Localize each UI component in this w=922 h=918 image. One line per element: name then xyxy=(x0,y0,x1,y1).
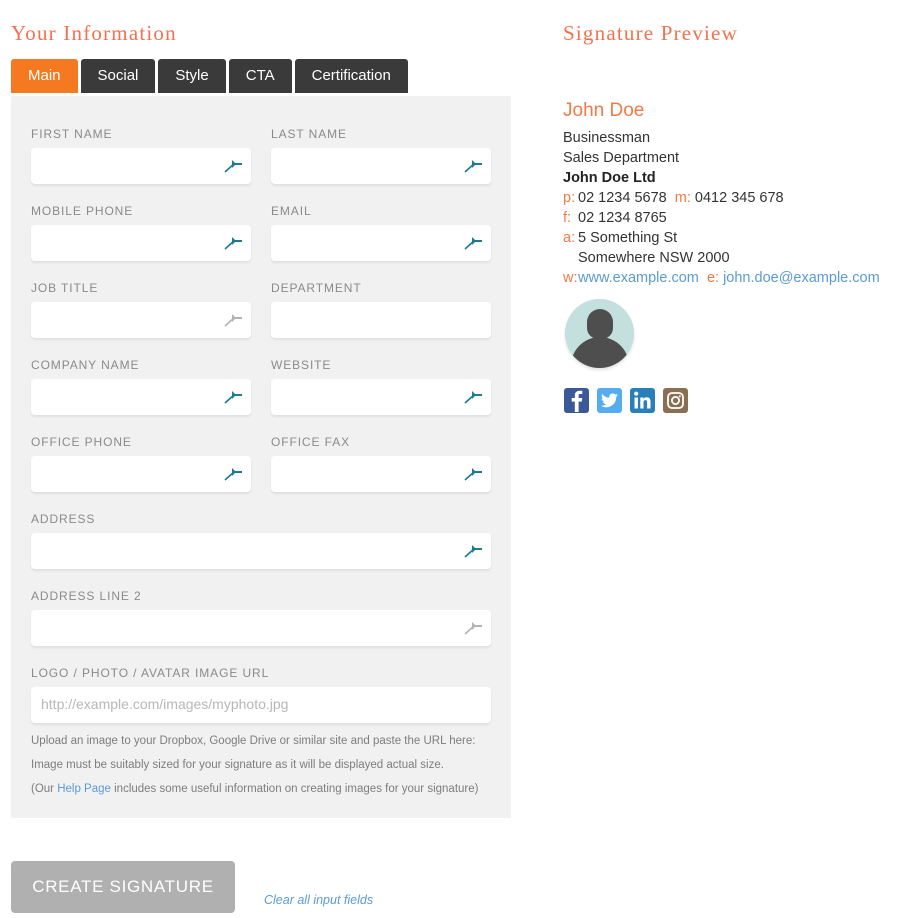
autofill-icon xyxy=(463,620,483,636)
signature-web-email-row: w:www.example.com e: john.doe@example.co… xyxy=(563,268,880,288)
input-first-name[interactable] xyxy=(31,148,251,184)
field-label-mobile-phone: MOBILE PHONE xyxy=(31,204,134,218)
tab-bar: Main Social Style CTA Certification xyxy=(11,59,408,93)
autofill-icon xyxy=(463,158,483,174)
signature-department: Sales Department xyxy=(563,150,680,166)
input-logo-photo-avatar-image-url[interactable]: http://example.com/images/myphoto.jpg xyxy=(31,687,491,723)
signature-address-row-2: Somewhere NSW 2000 xyxy=(563,248,880,268)
field-label-logo-photo-avatar-image-url: LOGO / PHOTO / AVATAR IMAGE URL xyxy=(31,666,270,680)
input-address[interactable] xyxy=(31,533,491,569)
input-website[interactable] xyxy=(271,379,491,415)
autofill-icon xyxy=(223,158,243,174)
clear-all-fields-link[interactable]: Clear all input fields xyxy=(264,893,373,907)
signature-job-title: Businessman xyxy=(563,130,651,146)
help-page-text-line: (Our Help Page includes some useful info… xyxy=(31,783,478,795)
signature-phone-row: p: 02 1234 5678 m: 0412 345 678 xyxy=(563,188,880,208)
field-label-address: ADDRESS xyxy=(31,512,96,526)
form-column: Your Information Main Social Style CTA Certi… xyxy=(0,0,530,918)
linkedin-icon[interactable] xyxy=(630,388,655,413)
website-link[interactable]: www.example.com xyxy=(578,270,699,286)
address-label: a: xyxy=(563,230,576,246)
signature-generator-page: Your Information Main Social Style CTA Certi… xyxy=(0,0,922,918)
autofill-icon xyxy=(463,235,483,251)
avatar xyxy=(565,299,634,368)
input-placeholder-logo-photo-avatar-image-url: http://example.com/images/myphoto.jpg xyxy=(41,696,289,712)
input-department[interactable] xyxy=(271,302,491,338)
signature-details: Businessman Sales Department John Doe Lt… xyxy=(563,128,880,288)
signature-address-row: a: 5 Something St xyxy=(563,228,880,248)
input-email[interactable] xyxy=(271,225,491,261)
twitter-icon[interactable] xyxy=(597,388,622,413)
field-label-last-name: LAST NAME xyxy=(271,127,347,141)
page-title: Your Information xyxy=(11,21,177,45)
tab-cta[interactable]: CTA xyxy=(228,59,292,93)
phone-value: 02 1234 5678 xyxy=(578,190,667,206)
help-page-link[interactable]: Help Page xyxy=(57,783,111,795)
autofill-icon xyxy=(223,235,243,251)
input-company-name[interactable] xyxy=(31,379,251,415)
input-last-name[interactable] xyxy=(271,148,491,184)
email-label: e: xyxy=(706,270,720,286)
facebook-icon[interactable] xyxy=(564,388,589,413)
avatar-body-shape xyxy=(570,337,629,368)
field-label-email: EMAIL xyxy=(271,204,312,218)
fax-label: f: xyxy=(563,210,572,226)
field-label-job-title: JOB TITLE xyxy=(31,281,99,295)
field-label-website: WEBSITE xyxy=(271,358,332,372)
email-link[interactable]: john.doe@example.com xyxy=(723,270,880,286)
autofill-icon xyxy=(463,389,483,405)
avatar-head-shape xyxy=(586,309,613,339)
help-text-line-1: Upload an image to your Dropbox, Google … xyxy=(31,735,476,747)
field-label-department: DEPARTMENT xyxy=(271,281,362,295)
field-label-first-name: FIRST NAME xyxy=(31,127,113,141)
mobile-value: 0412 345 678 xyxy=(694,190,784,206)
form-panel: FIRST NAME LAST NAME MOBILE PHONE EMAIL JOB … xyxy=(11,96,511,818)
signature-company: John Doe Ltd xyxy=(563,170,656,186)
social-icon-row xyxy=(564,388,688,413)
address-line2: Somewhere NSW 2000 xyxy=(578,250,730,266)
field-label-address-line-2: ADDRESS LINE 2 xyxy=(31,589,142,603)
input-office-fax[interactable] xyxy=(271,456,491,492)
field-label-office-phone: OFFICE PHONE xyxy=(31,435,132,449)
mobile-label: m: xyxy=(674,190,691,206)
tab-style[interactable]: Style xyxy=(158,59,226,93)
autofill-icon xyxy=(463,543,483,559)
phone-label: p: xyxy=(563,190,576,206)
tab-certification[interactable]: Certification xyxy=(294,59,408,93)
tab-main[interactable]: Main xyxy=(11,59,78,93)
input-mobile-phone[interactable] xyxy=(31,225,251,261)
web-label: w: xyxy=(563,270,578,286)
input-office-phone[interactable] xyxy=(31,456,251,492)
field-label-office-fax: OFFICE FAX xyxy=(271,435,351,449)
input-address-line-2[interactable] xyxy=(31,610,491,646)
help-line-suffix: includes some useful information on crea… xyxy=(110,783,479,795)
field-label-company-name: COMPANY NAME xyxy=(31,358,140,372)
fax-value: 02 1234 8765 xyxy=(578,210,667,226)
help-text-line-2: Image must be suitably sized for your si… xyxy=(31,759,444,771)
autofill-icon xyxy=(463,466,483,482)
preview-column: Signature Preview John Doe Businessman S… xyxy=(530,0,922,918)
address-line1: 5 Something St xyxy=(578,230,678,246)
autofill-icon xyxy=(223,466,243,482)
signature-fax-row: f: 02 1234 8765 xyxy=(563,208,880,228)
instagram-icon[interactable] xyxy=(663,388,688,413)
help-line-prefix: (Our xyxy=(31,783,58,795)
tab-social[interactable]: Social xyxy=(80,59,156,93)
signature-name: John Doe xyxy=(563,100,645,121)
autofill-icon xyxy=(223,312,243,328)
preview-title: Signature Preview xyxy=(563,21,738,45)
autofill-icon xyxy=(223,389,243,405)
create-signature-button-bottom[interactable]: CREATE SIGNATURE xyxy=(11,861,235,913)
input-job-title[interactable] xyxy=(31,302,251,338)
